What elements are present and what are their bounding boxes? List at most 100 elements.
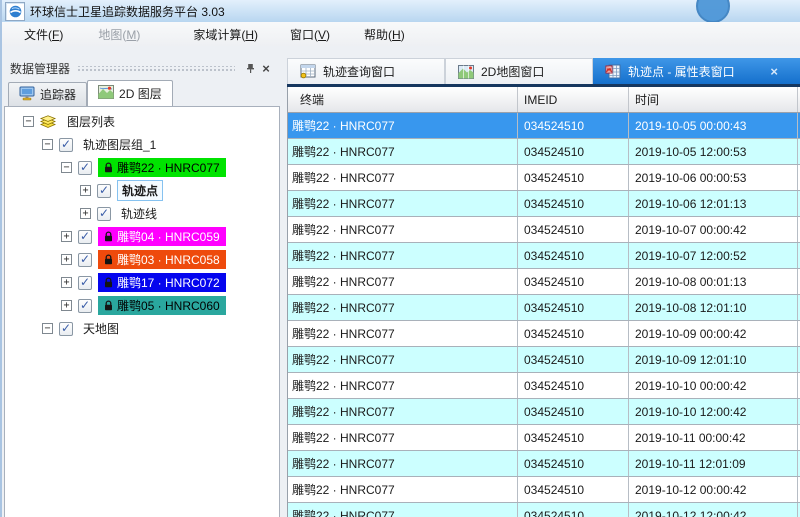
menu-item-file[interactable]: 文件(F)	[20, 23, 67, 46]
cell-terminal[interactable]: 雕鹗22 · HNRC077	[288, 113, 518, 138]
tab-track-query-window[interactable]: 轨迹查询窗口	[287, 58, 445, 84]
table-row[interactable]: 雕鹗22 · HNRC0770345245102019-10-08 12:01:…	[288, 295, 800, 321]
menu-item-window[interactable]: 窗口(V)	[286, 23, 334, 46]
cell-imeid[interactable]: 034524510	[518, 217, 629, 242]
cell-imeid[interactable]: 034524510	[518, 269, 629, 294]
cell-terminal[interactable]: 雕鹗22 · HNRC077	[288, 425, 518, 450]
tree-item-label[interactable]: 轨迹点	[117, 180, 163, 201]
cell-terminal[interactable]: 雕鹗22 · HNRC077	[288, 165, 518, 190]
cell-time[interactable]: 2019-10-07 00:00:42	[629, 217, 798, 242]
visibility-checkbox[interactable]: ✓	[59, 322, 73, 336]
table-row[interactable]: 雕鹗22 · HNRC0770345245102019-10-11 00:00:…	[288, 425, 800, 451]
cell-imeid[interactable]: 034524510	[518, 139, 629, 164]
tree-item-label[interactable]: 图层列表	[63, 112, 119, 131]
tree-item-label[interactable]: 雕鹗22 · HNRC077	[98, 158, 226, 177]
expand-icon[interactable]: +	[80, 185, 91, 196]
cell-imeid[interactable]: 034524510	[518, 477, 629, 502]
menu-item-map[interactable]: 地图(M)	[94, 23, 144, 46]
visibility-checkbox[interactable]: ✓	[59, 138, 73, 152]
column-header-imeid[interactable]: IMEID	[518, 87, 629, 112]
collapse-icon[interactable]: −	[42, 323, 53, 334]
cell-terminal[interactable]: 雕鹗22 · HNRC077	[288, 321, 518, 346]
cell-time[interactable]: 2019-10-10 12:00:42	[629, 399, 798, 424]
cell-imeid[interactable]: 034524510	[518, 373, 629, 398]
table-row[interactable]: 雕鹗22 · HNRC0770345245102019-10-09 12:01:…	[288, 347, 800, 373]
cell-terminal[interactable]: 雕鹗22 · HNRC077	[288, 373, 518, 398]
cell-time[interactable]: 2019-10-06 00:00:53	[629, 165, 798, 190]
visibility-checkbox[interactable]: ✓	[78, 299, 92, 313]
collapse-icon[interactable]: −	[42, 139, 53, 150]
cell-time[interactable]: 2019-10-11 00:00:42	[629, 425, 798, 450]
table-row[interactable]: 雕鹗22 · HNRC0770345245102019-10-10 12:00:…	[288, 399, 800, 425]
cell-time[interactable]: 2019-10-11 12:01:09	[629, 451, 798, 476]
visibility-checkbox[interactable]: ✓	[97, 207, 111, 221]
cell-imeid[interactable]: 034524510	[518, 191, 629, 216]
table-row[interactable]: 雕鹗22 · HNRC0770345245102019-10-07 12:00:…	[288, 243, 800, 269]
cell-imeid[interactable]: 034524510	[518, 295, 629, 320]
cell-time[interactable]: 2019-10-12 00:00:42	[629, 477, 798, 502]
expand-icon[interactable]: +	[61, 300, 72, 311]
cell-imeid[interactable]: 034524510	[518, 425, 629, 450]
tree-item-track-points[interactable]: + ✓ 轨迹点	[5, 179, 279, 202]
tree-item-diaoe05-hnrc060[interactable]: +✓雕鹗05 · HNRC060	[5, 294, 279, 317]
cell-imeid[interactable]: 034524510	[518, 503, 629, 517]
table-row[interactable]: 雕鹗22 · HNRC0770345245102019-10-07 00:00:…	[288, 217, 800, 243]
cell-imeid[interactable]: 034524510	[518, 347, 629, 372]
expand-icon[interactable]: +	[61, 277, 72, 288]
visibility-checkbox[interactable]: ✓	[97, 184, 111, 198]
tab-2d-layers[interactable]: 2D 图层	[87, 80, 173, 106]
cell-time[interactable]: 2019-10-05 12:00:53	[629, 139, 798, 164]
tree-item-layer-list[interactable]: − 图层列表	[5, 110, 279, 133]
tree-item-label[interactable]: 雕鹗04 · HNRC059	[98, 227, 226, 246]
panel-close-icon[interactable]: ×	[258, 60, 274, 76]
expand-icon[interactable]: +	[61, 254, 72, 265]
cell-terminal[interactable]: 雕鹗22 · HNRC077	[288, 191, 518, 216]
column-header-time[interactable]: 时间	[629, 87, 798, 112]
menu-item-home-range-calc[interactable]: 家域计算(H)	[189, 23, 262, 46]
visibility-checkbox[interactable]: ✓	[78, 276, 92, 290]
tab-close-icon[interactable]: ×	[770, 64, 778, 79]
table-row[interactable]: 雕鹗22 · HNRC0770345245102019-10-08 00:01:…	[288, 269, 800, 295]
visibility-checkbox[interactable]: ✓	[78, 253, 92, 267]
cell-time[interactable]: 2019-10-05 00:00:43	[629, 113, 798, 138]
tree-item-label[interactable]: 轨迹图层组_1	[79, 135, 160, 154]
cell-time[interactable]: 2019-10-07 12:00:52	[629, 243, 798, 268]
visibility-checkbox[interactable]: ✓	[78, 161, 92, 175]
cell-imeid[interactable]: 034524510	[518, 321, 629, 346]
tree-item-track-lines[interactable]: + ✓ 轨迹线	[5, 202, 279, 225]
tree-item-label[interactable]: 天地图	[79, 319, 123, 338]
cell-imeid[interactable]: 034524510	[518, 113, 629, 138]
cell-time[interactable]: 2019-10-08 12:01:10	[629, 295, 798, 320]
cell-time[interactable]: 2019-10-10 00:00:42	[629, 373, 798, 398]
table-row[interactable]: 雕鹗22 · HNRC0770345245102019-10-06 00:00:…	[288, 165, 800, 191]
tree-item-label[interactable]: 雕鹗03 · HNRC058	[98, 250, 226, 269]
cell-time[interactable]: 2019-10-12 12:00:42	[629, 503, 798, 517]
column-header-terminal[interactable]: 终端	[288, 87, 518, 112]
collapse-icon[interactable]: −	[23, 116, 34, 127]
cell-terminal[interactable]: 雕鹗22 · HNRC077	[288, 243, 518, 268]
cell-terminal[interactable]: 雕鹗22 · HNRC077	[288, 503, 518, 517]
collapse-icon[interactable]: −	[61, 162, 72, 173]
tab-tracker[interactable]: 追踪器	[8, 82, 87, 106]
cell-time[interactable]: 2019-10-08 00:01:13	[629, 269, 798, 294]
tab-track-points-attr-window[interactable]: 轨迹点 - 属性表窗口×	[593, 58, 800, 84]
tree-item-label[interactable]: 雕鹗17 · HNRC072	[98, 273, 226, 292]
tab-2d-map-window[interactable]: 2D地图窗口	[445, 58, 593, 84]
expand-icon[interactable]: +	[80, 208, 91, 219]
cell-terminal[interactable]: 雕鹗22 · HNRC077	[288, 269, 518, 294]
tree-item-track-layer-group-1[interactable]: −✓ 轨迹图层组_1	[5, 133, 279, 156]
table-row[interactable]: 雕鹗22 · HNRC0770345245102019-10-06 12:01:…	[288, 191, 800, 217]
visibility-checkbox[interactable]: ✓	[78, 230, 92, 244]
pin-icon[interactable]	[242, 60, 258, 76]
cell-terminal[interactable]: 雕鹗22 · HNRC077	[288, 139, 518, 164]
cell-terminal[interactable]: 雕鹗22 · HNRC077	[288, 477, 518, 502]
table-row[interactable]: 雕鹗22 · HNRC0770345245102019-10-09 00:00:…	[288, 321, 800, 347]
tree-item-label[interactable]: 轨迹线	[117, 204, 161, 223]
table-row[interactable]: 雕鹗22 · HNRC0770345245102019-10-05 00:00:…	[288, 113, 800, 139]
cell-imeid[interactable]: 034524510	[518, 399, 629, 424]
menu-item-help[interactable]: 帮助(H)	[360, 23, 409, 46]
cell-imeid[interactable]: 034524510	[518, 451, 629, 476]
cell-terminal[interactable]: 雕鹗22 · HNRC077	[288, 451, 518, 476]
table-row[interactable]: 雕鹗22 · HNRC0770345245102019-10-10 00:00:…	[288, 373, 800, 399]
cell-terminal[interactable]: 雕鹗22 · HNRC077	[288, 217, 518, 242]
